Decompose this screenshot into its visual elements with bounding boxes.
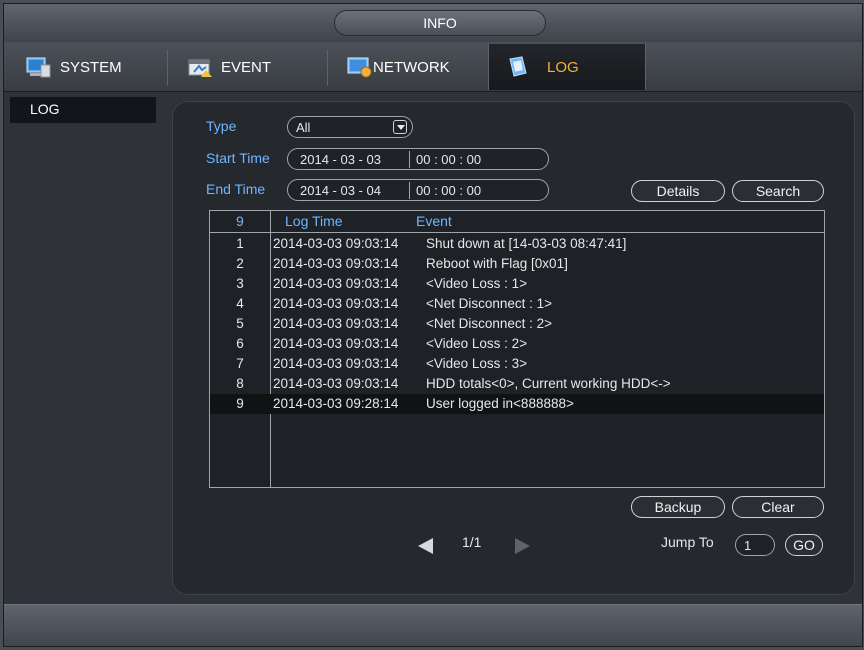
chevron-down-icon [393, 120, 407, 134]
type-label: Type [206, 118, 237, 134]
tab-bar: SYSTEM EVENT NETWORK LOG [4, 42, 862, 92]
clear-button[interactable]: Clear [732, 496, 824, 518]
row-time: 2014-03-03 09:03:14 [273, 356, 399, 371]
row-index: 1 [236, 236, 244, 251]
tab-event-label: EVENT [221, 58, 272, 76]
title-bar: INFO [4, 4, 862, 42]
table-row[interactable]: 4 2014-03-03 09:03:14 <Net Disconnect : … [210, 294, 824, 314]
row-event: <Video Loss : 1> [426, 276, 528, 291]
row-index: 3 [236, 276, 244, 291]
end-time-field[interactable]: 2014 - 03 - 04 00 : 00 : 00 [287, 179, 549, 201]
tab-event[interactable]: EVENT [187, 44, 327, 90]
sidebar-item-log[interactable]: LOG [10, 97, 156, 123]
event-icon [187, 56, 213, 78]
tab-network[interactable]: NETWORK [347, 44, 487, 90]
row-index: 6 [236, 336, 244, 351]
row-time: 2014-03-03 09:28:14 [273, 396, 399, 411]
row-time: 2014-03-03 09:03:14 [273, 276, 399, 291]
page-indicator: 1/1 [462, 534, 482, 550]
row-time: 2014-03-03 09:03:14 [273, 316, 399, 331]
row-time: 2014-03-03 09:03:14 [273, 296, 399, 311]
row-index: 9 [236, 396, 244, 411]
table-row-selected[interactable]: 9 2014-03-03 09:28:14 User logged in<888… [210, 394, 824, 414]
details-button[interactable]: Details [631, 180, 725, 202]
start-time-field[interactable]: 2014 - 03 - 03 00 : 00 : 00 [287, 148, 549, 170]
next-page-icon[interactable] [515, 538, 530, 554]
log-book-icon [505, 56, 531, 78]
header-index: 9 [236, 213, 244, 229]
row-time: 2014-03-03 09:03:14 [273, 256, 399, 271]
field-divider [409, 182, 410, 199]
row-event: <Net Disconnect : 2> [426, 316, 553, 331]
end-date-value[interactable]: 2014 - 03 - 04 [300, 182, 381, 200]
log-table: 9 Log Time Event 1 2014-03-03 09:03:14 S… [209, 210, 825, 488]
start-clock-value[interactable]: 00 : 00 : 00 [416, 151, 481, 169]
tab-divider [167, 50, 168, 86]
table-row[interactable]: 8 2014-03-03 09:03:14 HDD totals<0>, Cur… [210, 374, 824, 394]
row-event: Reboot with Flag [0x01] [426, 256, 568, 271]
table-row[interactable]: 2 2014-03-03 09:03:14 Reboot with Flag [… [210, 254, 824, 274]
row-event: User logged in<888888> [426, 396, 574, 411]
tab-network-label: NETWORK [373, 58, 450, 76]
system-monitor-icon [26, 56, 52, 78]
go-button[interactable]: GO [785, 534, 823, 556]
row-index: 4 [236, 296, 244, 311]
row-index: 8 [236, 376, 244, 391]
jump-page-value: 1 [744, 538, 752, 553]
row-event: <Net Disconnect : 1> [426, 296, 553, 311]
field-divider [409, 151, 410, 168]
table-row[interactable]: 3 2014-03-03 09:03:14 <Video Loss : 1> [210, 274, 824, 294]
tab-log-label: LOG [547, 58, 579, 76]
tab-system-label: SYSTEM [60, 58, 122, 76]
tab-divider [327, 50, 328, 86]
row-time: 2014-03-03 09:03:14 [273, 236, 399, 251]
row-event: HDD totals<0>, Current working HDD<-> [426, 376, 671, 391]
row-index: 7 [236, 356, 244, 371]
table-row[interactable]: 5 2014-03-03 09:03:14 <Net Disconnect : … [210, 314, 824, 334]
sidebar: LOG [4, 93, 164, 605]
row-event: <Video Loss : 3> [426, 356, 528, 371]
status-bar [4, 604, 862, 646]
table-row[interactable]: 6 2014-03-03 09:03:14 <Video Loss : 2> [210, 334, 824, 354]
header-log-time[interactable]: Log Time [285, 213, 343, 229]
row-time: 2014-03-03 09:03:14 [273, 376, 399, 391]
end-clock-value[interactable]: 00 : 00 : 00 [416, 182, 481, 200]
start-time-label: Start Time [206, 150, 270, 166]
table-header: 9 Log Time Event [210, 211, 824, 233]
previous-page-icon[interactable] [418, 538, 433, 554]
window-title: INFO [334, 10, 546, 36]
row-time: 2014-03-03 09:03:14 [273, 336, 399, 351]
start-date-value[interactable]: 2014 - 03 - 03 [300, 151, 381, 169]
end-time-label: End Time [206, 181, 266, 197]
info-window: INFO SYSTEM EVENT NETWORK LOG LOG Type A… [3, 3, 863, 647]
jump-page-input[interactable]: 1 [735, 534, 775, 556]
jump-to-label: Jump To [661, 534, 714, 550]
tab-system[interactable]: SYSTEM [26, 44, 166, 90]
row-event: <Video Loss : 2> [426, 336, 528, 351]
header-event[interactable]: Event [416, 213, 452, 229]
tab-log[interactable]: LOG [488, 44, 646, 90]
table-row[interactable]: 7 2014-03-03 09:03:14 <Video Loss : 3> [210, 354, 824, 374]
row-event: Shut down at [14-03-03 08:47:41] [426, 236, 627, 251]
backup-button[interactable]: Backup [631, 496, 725, 518]
type-dropdown[interactable]: All [287, 116, 413, 138]
network-icon [347, 56, 373, 78]
type-value: All [296, 120, 311, 135]
search-button[interactable]: Search [732, 180, 824, 202]
row-index: 5 [236, 316, 244, 331]
row-index: 2 [236, 256, 244, 271]
table-row[interactable]: 1 2014-03-03 09:03:14 Shut down at [14-0… [210, 234, 824, 254]
